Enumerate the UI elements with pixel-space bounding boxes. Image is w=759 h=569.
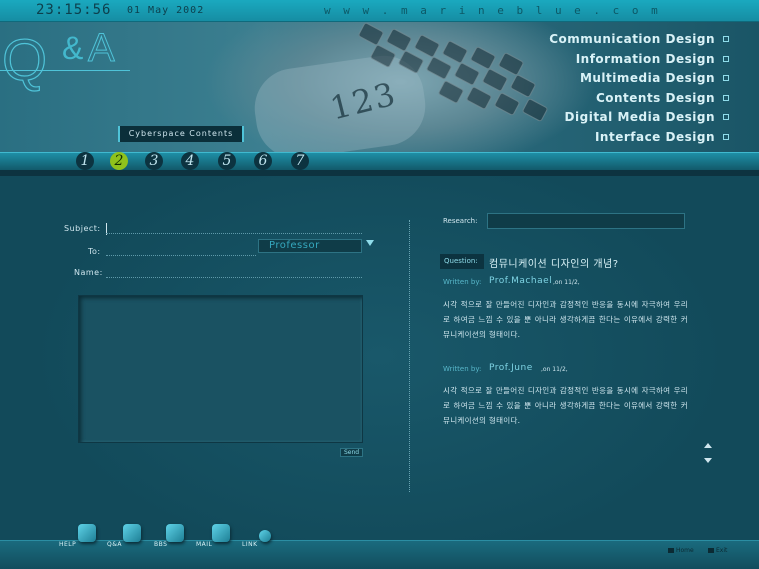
keyboard-key-image — [425, 55, 453, 81]
mail-icon[interactable] — [212, 524, 230, 542]
to-label: To: — [88, 247, 101, 256]
logo-underline — [0, 70, 130, 71]
author-link[interactable]: Prof.June — [489, 363, 533, 373]
keyboard-key-image — [357, 22, 385, 47]
question-label: Question: — [440, 254, 484, 269]
name-label: Name: — [74, 268, 103, 277]
square-bullet-icon — [723, 36, 729, 42]
name-underline — [106, 277, 362, 278]
keyboard-key-image — [509, 73, 537, 99]
square-bullet-icon — [723, 114, 729, 121]
keyboard-key-image — [469, 45, 497, 71]
logo-q: Q — [1, 28, 48, 93]
scroll-down-icon[interactable] — [704, 458, 712, 463]
menu-item-interface-design[interactable]: Interface Design — [549, 130, 729, 150]
question-text: 컴뮤니케이션 디자인의 개념? — [489, 259, 619, 270]
keyboard-key-image — [413, 33, 441, 59]
keyboard-key-image — [481, 67, 509, 93]
keyboard-key-image — [493, 91, 521, 117]
date-display: 01 May 2002 — [127, 5, 205, 16]
qa-icon[interactable] — [123, 524, 141, 542]
subject-underline — [106, 233, 362, 234]
footer-qa-link[interactable]: Q&A — [107, 541, 122, 548]
keyboard-key-image — [453, 61, 481, 87]
link-icon[interactable] — [259, 530, 271, 542]
send-button[interactable]: Send — [340, 448, 363, 457]
page-6-button[interactable]: 6 — [254, 152, 272, 170]
square-bullet-icon — [723, 133, 729, 140]
keyboard-key-image — [497, 51, 525, 77]
page-5-button[interactable]: 5 — [218, 152, 236, 170]
message-textarea[interactable] — [78, 295, 363, 443]
top-bar: 23:15:56 01 May 2002 w w w . m a r i n e… — [0, 0, 759, 22]
page-2-button[interactable]: 2 — [110, 152, 128, 170]
keyboard-key-image — [441, 39, 469, 65]
keyboard-key-image — [385, 27, 413, 53]
keyboard-key-image — [521, 97, 549, 123]
keyboard-key-image — [437, 79, 465, 105]
site-url: w w w . m a r i n e b l u e . c o m — [324, 4, 661, 17]
page-7-button[interactable]: 7 — [291, 152, 309, 170]
logo-a: A — [88, 26, 116, 71]
menu-item-digital-media-design[interactable]: Digital Media Design — [549, 110, 729, 130]
page-4-button[interactable]: 4 — [181, 152, 199, 170]
to-underline — [106, 255, 256, 256]
page-3-button[interactable]: 3 — [145, 152, 163, 170]
chevron-down-icon[interactable] — [366, 240, 374, 246]
square-bullet-icon — [723, 94, 729, 101]
menu-item-communication-design[interactable]: Communication Design — [549, 32, 729, 52]
exit-link[interactable]: Exit — [708, 547, 727, 554]
subject-label: Subject: — [64, 224, 101, 233]
research-label: Research: — [443, 217, 478, 225]
scroll-up-icon[interactable] — [704, 443, 712, 448]
logo-amp: & — [62, 30, 84, 66]
footer-link-link[interactable]: LINK — [242, 541, 258, 548]
footer-help-link[interactable]: HELP — [59, 541, 76, 548]
cyberspace-contents-tag: Cyberspace Contents — [118, 126, 244, 142]
square-bullet-icon — [723, 75, 729, 82]
written-by-label: Written by: — [443, 365, 482, 373]
research-input[interactable] — [487, 213, 685, 229]
keyboard-key-image — [465, 85, 493, 111]
written-by-label: Written by: — [443, 278, 482, 286]
square-bullet-icon — [708, 548, 714, 553]
recipient-select[interactable]: Professor — [258, 239, 362, 253]
column-divider — [409, 220, 410, 492]
home-link[interactable]: Home — [668, 547, 694, 554]
help-icon[interactable] — [78, 524, 96, 542]
page-1-button[interactable]: 1 — [76, 152, 94, 170]
square-bullet-icon — [668, 548, 674, 553]
author-link[interactable]: Prof.Machael — [489, 276, 552, 286]
menu-item-contents-design[interactable]: Contents Design — [549, 91, 729, 111]
design-menu: Communication Design Information Design … — [549, 32, 729, 150]
menu-item-information-design[interactable]: Information Design — [549, 52, 729, 72]
clock-display: 23:15:56 — [36, 2, 112, 18]
answer-text: 시각 적으로 잘 만들어진 디자인과 감정적인 반응을 동시에 자극하여 우리로… — [443, 386, 688, 425]
answer-date: ,on 11/2, — [553, 279, 580, 286]
footer-mail-link[interactable]: MAIL — [196, 541, 212, 548]
footer-bbs-link[interactable]: BBS — [154, 541, 167, 548]
hero-banner: 123 Q & A Cyberspace Contents Communicat… — [0, 22, 759, 152]
square-bullet-icon — [723, 55, 729, 62]
menu-item-multimedia-design[interactable]: Multimedia Design — [549, 71, 729, 91]
answer-date: ,on 11/2, — [541, 366, 568, 373]
answer-text: 시각 적으로 잘 만들어진 디자인과 감정적인 반응을 동시에 자극하여 우리로… — [443, 300, 688, 339]
bbs-icon[interactable] — [166, 524, 184, 542]
